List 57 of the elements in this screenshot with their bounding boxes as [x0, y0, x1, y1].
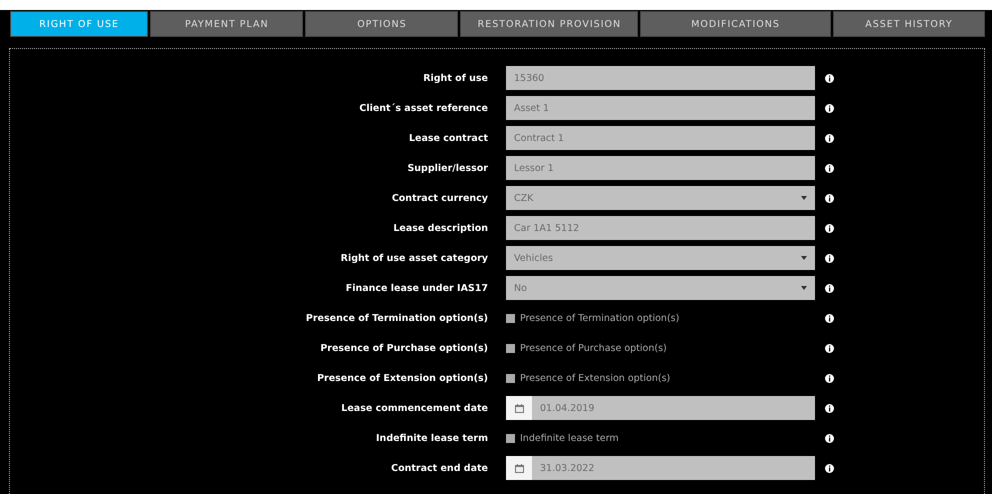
select-field[interactable]: Vehicles [506, 246, 815, 270]
select-field[interactable]: CZK [506, 186, 815, 210]
field-label: Lease contract [408, 132, 488, 144]
tab[interactable]: PAYMENT PLAN [150, 11, 304, 37]
field-label: Right of use [422, 72, 488, 84]
field-label: Supplier/lessor [406, 162, 488, 174]
info-icon[interactable] [825, 284, 834, 292]
info-icon[interactable] [825, 464, 834, 472]
field-label: Contract end date [390, 462, 488, 474]
select-field[interactable]: No [506, 276, 815, 300]
calendar-icon [514, 404, 524, 412]
field-label: Presence of Purchase option(s) [319, 342, 488, 354]
info-icon[interactable] [825, 344, 834, 352]
field-label: Lease commencement date [340, 402, 488, 414]
info-icon[interactable] [825, 104, 834, 112]
tab[interactable]: ASSET HISTORY [832, 11, 985, 37]
info-icon[interactable] [825, 134, 834, 142]
checkbox-label: Presence of Termination option(s) [520, 312, 680, 324]
field-label: Contract currency [390, 192, 488, 204]
checkbox-label: Indefinite lease term [520, 432, 619, 444]
field-label: Lease description [392, 222, 488, 234]
checkbox[interactable] [506, 344, 515, 352]
info-icon[interactable] [825, 254, 834, 262]
input-field[interactable]: Contract 1 [506, 126, 815, 150]
tab[interactable]: OPTIONS [305, 11, 458, 37]
caret-icon [801, 256, 807, 260]
input-field[interactable]: 15360 [506, 66, 815, 90]
input-field[interactable]: Lessor 1 [506, 156, 815, 180]
info-icon[interactable] [825, 404, 834, 412]
info-icon[interactable] [825, 74, 834, 82]
checkbox[interactable] [506, 374, 515, 382]
info-icon[interactable] [825, 374, 834, 382]
date-field[interactable]: 31.03.2022 [506, 456, 815, 480]
tab[interactable]: MODIFICATIONS [640, 11, 831, 37]
input-field[interactable]: Asset 1 [506, 96, 815, 120]
checkbox-label: Presence of Extension option(s) [520, 372, 670, 384]
caret-icon [801, 286, 807, 290]
caret-icon [801, 196, 807, 200]
field-label: Right of use asset category [340, 252, 488, 264]
checkbox-label: Presence of Purchase option(s) [520, 342, 667, 354]
info-icon[interactable] [825, 434, 834, 442]
info-icon[interactable] [825, 194, 834, 202]
input-field[interactable]: Car 1A1 5112 [506, 216, 815, 240]
info-icon[interactable] [825, 164, 834, 172]
info-icon[interactable] [825, 314, 834, 322]
tab[interactable]: RESTORATION PROVISION [460, 11, 638, 37]
info-icon[interactable] [825, 224, 834, 232]
calendar-icon [514, 464, 524, 472]
field-label: Presence of Termination option(s) [304, 312, 488, 324]
field-label: Presence of Extension option(s) [316, 372, 488, 384]
field-label: Client´s asset reference [358, 102, 488, 114]
tab[interactable]: RIGHT OF USE [10, 11, 148, 37]
field-label: Indefinite lease term [375, 432, 488, 444]
date-field[interactable]: 01.04.2019 [506, 396, 815, 420]
checkbox[interactable] [506, 434, 515, 442]
field-label: Finance lease under IAS17 [344, 282, 488, 294]
checkbox[interactable] [506, 314, 515, 322]
